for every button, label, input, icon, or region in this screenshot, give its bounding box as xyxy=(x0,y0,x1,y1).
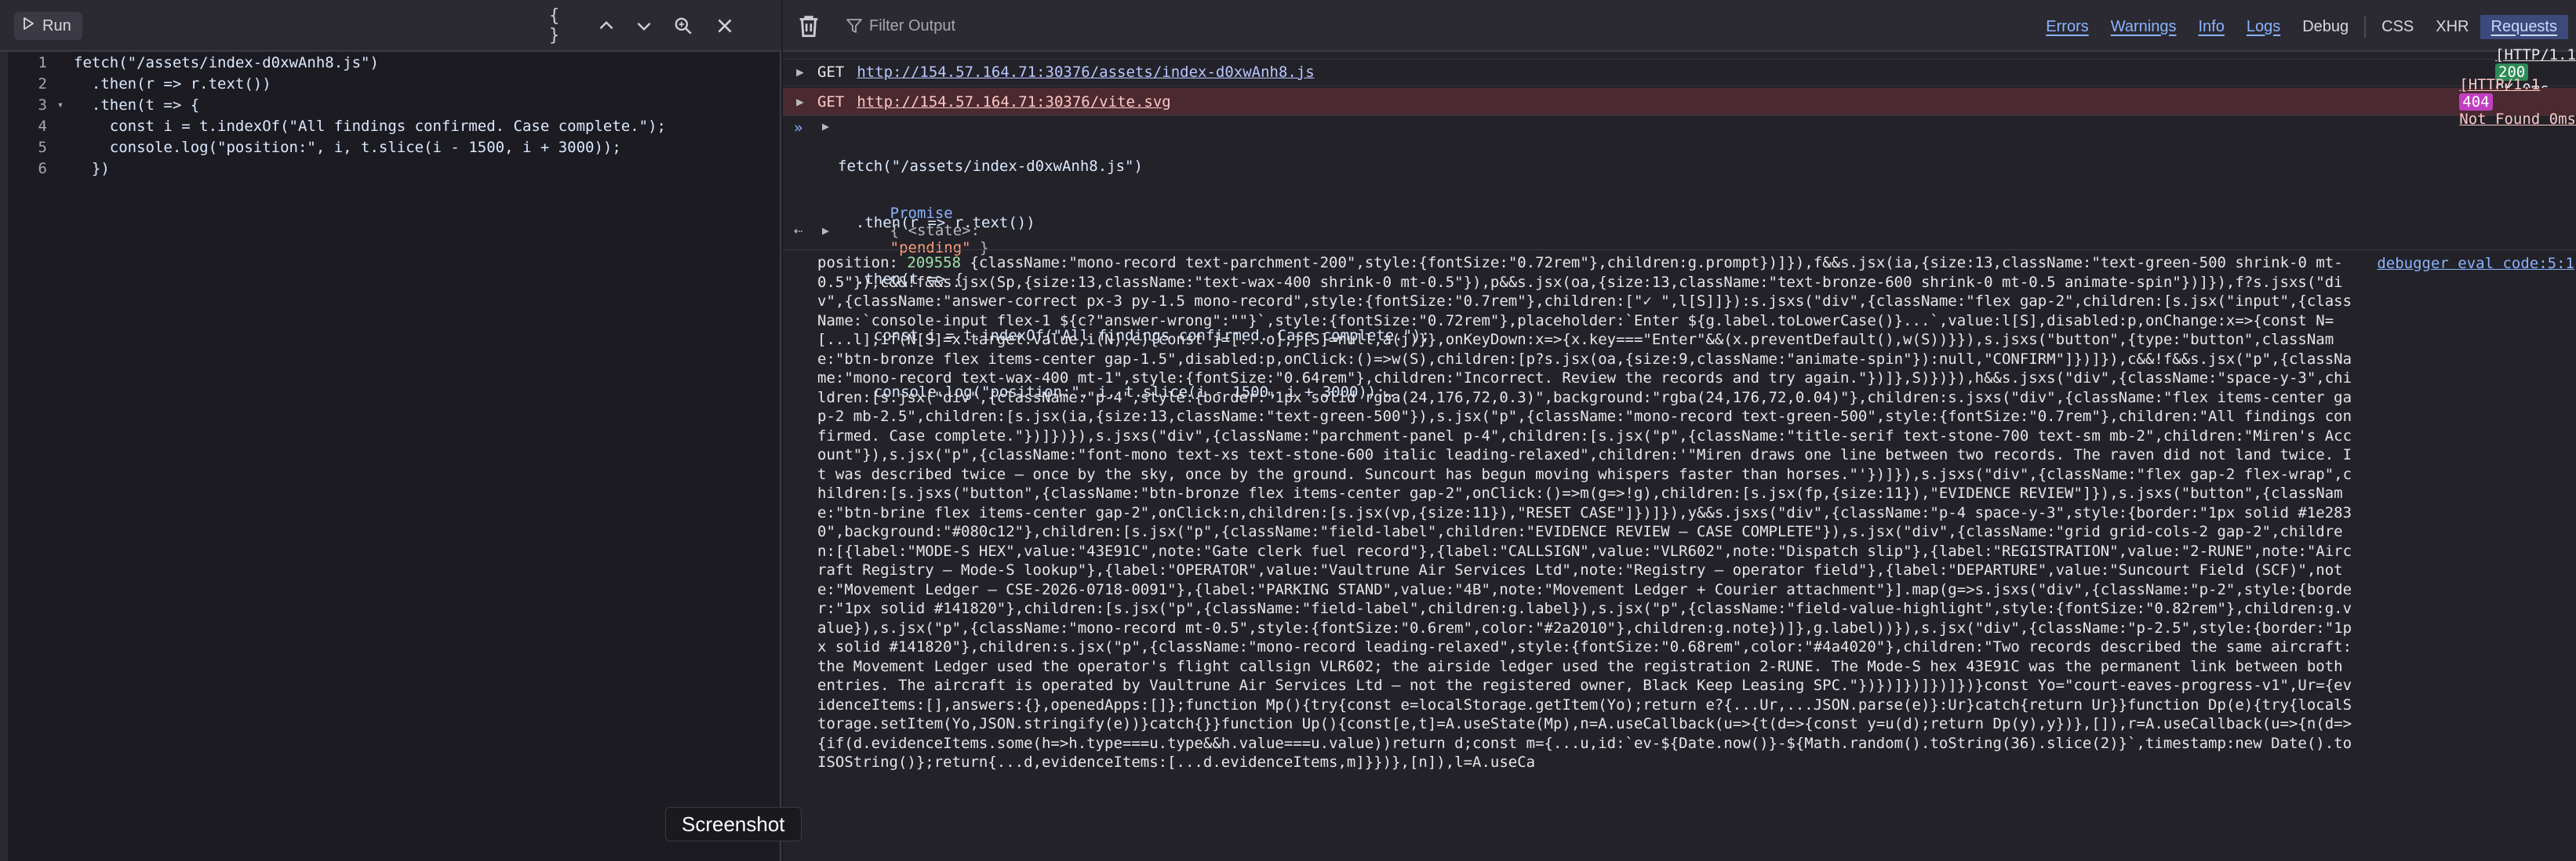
promise-label: Promise xyxy=(890,205,953,222)
code-line: 6 }) xyxy=(0,158,781,179)
request-url[interactable]: http://154.57.164.71:30376/vite.svg xyxy=(857,93,1170,111)
expand-caret-icon[interactable]: ▶ xyxy=(783,94,817,109)
line-number: 5 xyxy=(38,138,47,156)
tab-css[interactable]: CSS xyxy=(2370,15,2425,39)
screenshot-tooltip: Screenshot xyxy=(665,807,802,841)
code-line: 4 const i = t.indexOf("All findings conf… xyxy=(0,115,781,136)
close-icon[interactable] xyxy=(710,11,740,41)
code-area[interactable]: 1 fetch("/assets/index-d0xwAnh8.js") 2 .… xyxy=(0,52,781,861)
filter-icon xyxy=(846,17,863,35)
console-input-echo[interactable]: » ▶ fetch("/assets/index-d0xwAnh8.js") .… xyxy=(783,119,2576,401)
result-arrow-icon: ⇠ xyxy=(794,222,803,239)
line-number: 2 xyxy=(38,74,47,93)
chevron-down-icon[interactable] xyxy=(629,11,659,41)
line-number: 4 xyxy=(38,117,47,135)
network-request-row[interactable]: ▶ GET http://154.57.164.71:30376/assets/… xyxy=(783,46,2576,98)
line-number: 6 xyxy=(38,159,47,177)
console-panel: Errors Warnings Info Logs Debug CSS XHR … xyxy=(783,0,2576,861)
code-text: console.log("position:", i, t.slice(i - … xyxy=(74,138,621,156)
expand-caret-icon[interactable]: ▶ xyxy=(822,119,829,133)
fold-marker[interactable]: ▾ xyxy=(47,99,74,111)
log-label: position: xyxy=(817,254,898,271)
code-line: 3 ▾ .then(t => { xyxy=(0,94,781,115)
network-request-row[interactable]: ▶ GET http://154.57.164.71:30376/vite.sv… xyxy=(783,76,2576,128)
code-text: .then(r => r.text()) xyxy=(74,74,271,93)
console-toolbar: Errors Warnings Info Logs Debug CSS XHR … xyxy=(783,0,2576,52)
code-line: 1 fetch("/assets/index-d0xwAnh8.js") xyxy=(0,52,781,73)
filter-output-input[interactable] xyxy=(869,11,1199,41)
request-method: GET xyxy=(817,63,845,81)
code-text: }) xyxy=(74,159,110,177)
source-location-link[interactable]: debugger eval code:5:1 xyxy=(2377,255,2574,272)
expand-caret-icon[interactable]: ▶ xyxy=(783,64,817,79)
search-icon[interactable] xyxy=(668,11,698,41)
run-label: Run xyxy=(42,16,71,35)
code-text: fetch("/assets/index-d0xwAnh8.js") xyxy=(74,53,379,71)
status-code-badge: 404 xyxy=(2459,93,2493,111)
line-number: 3 xyxy=(38,96,47,114)
code-text: const i = t.indexOf("All findings confir… xyxy=(74,117,666,135)
code-line: 2 .then(r => r.text()) xyxy=(0,73,781,94)
code-line: 5 console.log("position:", i, t.slice(i … xyxy=(0,136,781,158)
run-button[interactable]: Run xyxy=(14,12,82,40)
prompt-chevrons-icon: » xyxy=(794,119,803,136)
tab-info[interactable]: Info xyxy=(2187,15,2235,39)
log-body-text: {className:"mono-record text-parchment-2… xyxy=(817,254,2361,771)
request-url[interactable]: http://154.57.164.71:30376/assets/index-… xyxy=(857,64,1314,81)
braces-icon[interactable]: { } xyxy=(549,6,579,45)
log-position-number: 209558 xyxy=(907,254,962,271)
tab-logs[interactable]: Logs xyxy=(2236,15,2291,39)
console-result-row[interactable]: ⇠ ▶ Promise { <state>: "pending" } xyxy=(783,205,2576,256)
line-number: 1 xyxy=(38,53,47,71)
expand-caret-icon[interactable]: ▶ xyxy=(822,223,829,238)
tab-debug[interactable]: Debug xyxy=(2291,15,2360,39)
code-text: .then(t => { xyxy=(74,96,200,114)
trash-icon[interactable] xyxy=(795,13,822,39)
multiline-editor[interactable]: Run { } 1 fetch("/assets/index-d0xwAnh8.… xyxy=(0,0,781,861)
tab-divider xyxy=(2364,16,2367,38)
request-method: GET xyxy=(817,93,845,111)
chevron-up-icon[interactable] xyxy=(591,11,621,41)
editor-toolbar: Run { } xyxy=(0,0,781,52)
log-message: position: 209558 {className:"mono-record… xyxy=(817,253,2355,772)
status-protocol: [HTTP/1.1 xyxy=(2459,75,2541,93)
tab-errors[interactable]: Errors xyxy=(2035,15,2099,39)
echo-line: fetch("/assets/index-d0xwAnh8.js") xyxy=(838,158,1143,175)
promise-key: <state>: xyxy=(908,222,981,239)
play-icon xyxy=(20,16,36,36)
tab-warnings[interactable]: Warnings xyxy=(2100,15,2188,39)
console-log-output: debugger eval code:5:1 position: 209558 … xyxy=(783,249,2576,861)
